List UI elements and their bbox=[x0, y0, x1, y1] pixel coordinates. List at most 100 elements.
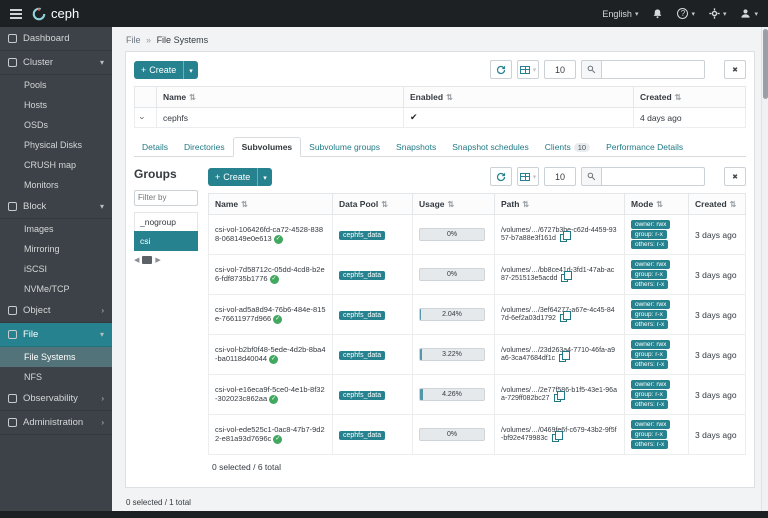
tab-subvolume-groups[interactable]: Subvolume groups bbox=[301, 138, 388, 156]
groups-filter-input[interactable] bbox=[134, 190, 198, 206]
sort-icon[interactable]: ⇅ bbox=[189, 93, 196, 102]
notifications-button[interactable] bbox=[652, 8, 663, 19]
tab-details[interactable]: Details bbox=[134, 138, 176, 156]
sort-icon[interactable]: ⇅ bbox=[656, 200, 663, 209]
sidebar-item-physical-disks[interactable]: Physical Disks bbox=[0, 135, 112, 155]
subvolume-row[interactable]: csi-vol-ede525c1-0ac8-47b7-9d22-e81a93d7… bbox=[209, 415, 746, 455]
column-header-enabled[interactable]: Enabled⇅ bbox=[404, 87, 634, 108]
tab-clients[interactable]: Clients10 bbox=[537, 138, 598, 156]
previous-page-icon[interactable]: ◀ bbox=[134, 256, 139, 264]
column-header-mode[interactable]: Mode⇅ bbox=[625, 194, 689, 215]
sidebar-item-images[interactable]: Images bbox=[0, 219, 112, 239]
create-label: Create bbox=[223, 172, 250, 182]
user-menu[interactable]: ▾ bbox=[740, 8, 758, 19]
sidebar-toggle-button[interactable] bbox=[10, 9, 22, 19]
column-header-path[interactable]: Path⇅ bbox=[495, 194, 625, 215]
sidebar-item-mirroring[interactable]: Mirroring bbox=[0, 239, 112, 259]
file-icon bbox=[8, 330, 17, 339]
sidebar-item-iscsi[interactable]: iSCSI bbox=[0, 259, 112, 279]
help-menu[interactable]: ? ▾ bbox=[677, 8, 695, 19]
sidebar-item-file[interactable]: File ▾ bbox=[0, 323, 112, 347]
mode-group-badge: group: r-x bbox=[631, 430, 667, 439]
copy-path-icon[interactable] bbox=[559, 354, 566, 362]
copy-path-icon[interactable] bbox=[554, 394, 561, 402]
search-input[interactable] bbox=[601, 167, 705, 186]
sidebar-item-nvme-tcp[interactable]: NVMe/TCP bbox=[0, 279, 112, 299]
create-filesystem-button[interactable]: +Create ▾ bbox=[134, 61, 198, 79]
sidebar-item-label: Observability bbox=[23, 393, 78, 404]
column-header-name[interactable]: Name⇅ bbox=[157, 87, 404, 108]
vertical-scrollbar[interactable] bbox=[761, 27, 768, 511]
language-selector[interactable]: English ▾ bbox=[602, 9, 638, 19]
sidebar-item-object[interactable]: Object › bbox=[0, 299, 112, 323]
collapse-row-icon[interactable]: › bbox=[138, 116, 148, 119]
create-dropdown-toggle[interactable]: ▾ bbox=[183, 61, 198, 79]
subvolume-row[interactable]: csi-vol-e16eca9f-5ce0-4e1b-8f32-302023c8… bbox=[209, 375, 746, 415]
sort-icon[interactable]: ⇅ bbox=[730, 200, 737, 209]
tab-subvolumes[interactable]: Subvolumes bbox=[233, 137, 302, 157]
breadcrumb-parent[interactable]: File bbox=[126, 35, 141, 45]
copy-path-icon[interactable] bbox=[561, 274, 568, 282]
subvolumes-selection-summary: 0 selected / 6 total bbox=[208, 455, 746, 479]
sidebar-item-cluster[interactable]: Cluster ▾ bbox=[0, 51, 112, 75]
groups-pagination: ◀ ▶ bbox=[134, 256, 198, 264]
chevron-down-icon: ▾ bbox=[263, 175, 267, 182]
sidebar-item-osds[interactable]: OSDs bbox=[0, 115, 112, 135]
tab-snapshot-schedules[interactable]: Snapshot schedules bbox=[444, 138, 537, 156]
search-icon bbox=[581, 60, 601, 79]
copy-path-icon[interactable] bbox=[560, 234, 567, 242]
tab-directories[interactable]: Directories bbox=[176, 138, 233, 156]
create-subvolume-button[interactable]: +Create ▾ bbox=[208, 168, 272, 186]
tab-performance-details[interactable]: Performance Details bbox=[598, 138, 691, 156]
subvolume-row[interactable]: csi-vol-ad5a8d94-76b6-484e-815e-76611977… bbox=[209, 295, 746, 335]
usage-progress-bar: 4.26% bbox=[419, 388, 485, 401]
group-item-nogroup[interactable]: _nogroup bbox=[134, 212, 198, 231]
column-header-created[interactable]: Created⇅ bbox=[689, 194, 746, 215]
search-input[interactable] bbox=[601, 60, 705, 79]
clear-search-button[interactable]: ✖ bbox=[724, 167, 746, 186]
subvolume-row[interactable]: csi-vol-b2bf0f48-5ede-4d2b-8ba4-ba0118d4… bbox=[209, 335, 746, 375]
clear-search-button[interactable]: ✖ bbox=[724, 60, 746, 79]
sidebar-item-pools[interactable]: Pools bbox=[0, 75, 112, 95]
mode-others-badge: others: r-x bbox=[631, 320, 668, 329]
create-dropdown-toggle[interactable]: ▾ bbox=[257, 168, 272, 186]
brand[interactable]: ceph bbox=[32, 6, 79, 21]
page-size-input[interactable] bbox=[544, 167, 576, 186]
sort-icon[interactable]: ⇅ bbox=[448, 200, 455, 209]
settings-menu[interactable]: ▾ bbox=[709, 8, 727, 19]
mode-group-badge: group: r-x bbox=[631, 270, 667, 279]
next-page-icon[interactable]: ▶ bbox=[155, 256, 160, 264]
sidebar-item-administration[interactable]: Administration › bbox=[0, 411, 112, 435]
column-header-usage[interactable]: Usage⇅ bbox=[413, 194, 495, 215]
tab-snapshots[interactable]: Snapshots bbox=[388, 138, 444, 156]
column-header-data-pool[interactable]: Data Pool⇅ bbox=[333, 194, 413, 215]
mode-owner-badge: owner: rwx bbox=[631, 380, 670, 389]
sort-icon[interactable]: ⇅ bbox=[675, 93, 682, 102]
sort-icon[interactable]: ⇅ bbox=[446, 93, 453, 102]
refresh-button[interactable] bbox=[490, 167, 512, 186]
subvolume-row[interactable]: csi-vol-106426fd-ca72-4528-8388-068149e0… bbox=[209, 215, 746, 255]
sidebar-item-file-systems[interactable]: File Systems bbox=[0, 347, 112, 367]
sidebar-item-nfs[interactable]: NFS bbox=[0, 367, 112, 387]
sidebar-item-hosts[interactable]: Hosts bbox=[0, 95, 112, 115]
column-header-created[interactable]: Created⇅ bbox=[634, 87, 746, 108]
sidebar-item-dashboard[interactable]: Dashboard bbox=[0, 27, 112, 51]
sort-icon[interactable]: ⇅ bbox=[241, 200, 248, 209]
column-header-name[interactable]: Name⇅ bbox=[209, 194, 333, 215]
sort-icon[interactable]: ⇅ bbox=[522, 200, 529, 209]
sidebar-item-observability[interactable]: Observability › bbox=[0, 387, 112, 411]
column-toggle-dropdown[interactable]: ▾ bbox=[517, 60, 539, 79]
refresh-button[interactable] bbox=[490, 60, 512, 79]
group-item-csi[interactable]: csi bbox=[134, 231, 198, 251]
copy-path-icon[interactable] bbox=[552, 434, 559, 442]
sidebar-item-crush-map[interactable]: CRUSH map bbox=[0, 155, 112, 175]
column-toggle-dropdown[interactable]: ▾ bbox=[517, 167, 539, 186]
copy-path-icon[interactable] bbox=[560, 314, 567, 322]
sidebar-item-monitors[interactable]: Monitors bbox=[0, 175, 112, 195]
sort-icon[interactable]: ⇅ bbox=[381, 200, 388, 209]
sidebar-item-block[interactable]: Block ▾ bbox=[0, 195, 112, 219]
filesystem-row[interactable]: › cephfs ✔ 4 days ago bbox=[135, 108, 746, 128]
subvolume-row[interactable]: csi-vol-7d58712c-05dd-4cd8-b2e6-fdf8735b… bbox=[209, 255, 746, 295]
scrollbar-thumb[interactable] bbox=[763, 29, 768, 99]
page-size-input[interactable] bbox=[544, 60, 576, 79]
